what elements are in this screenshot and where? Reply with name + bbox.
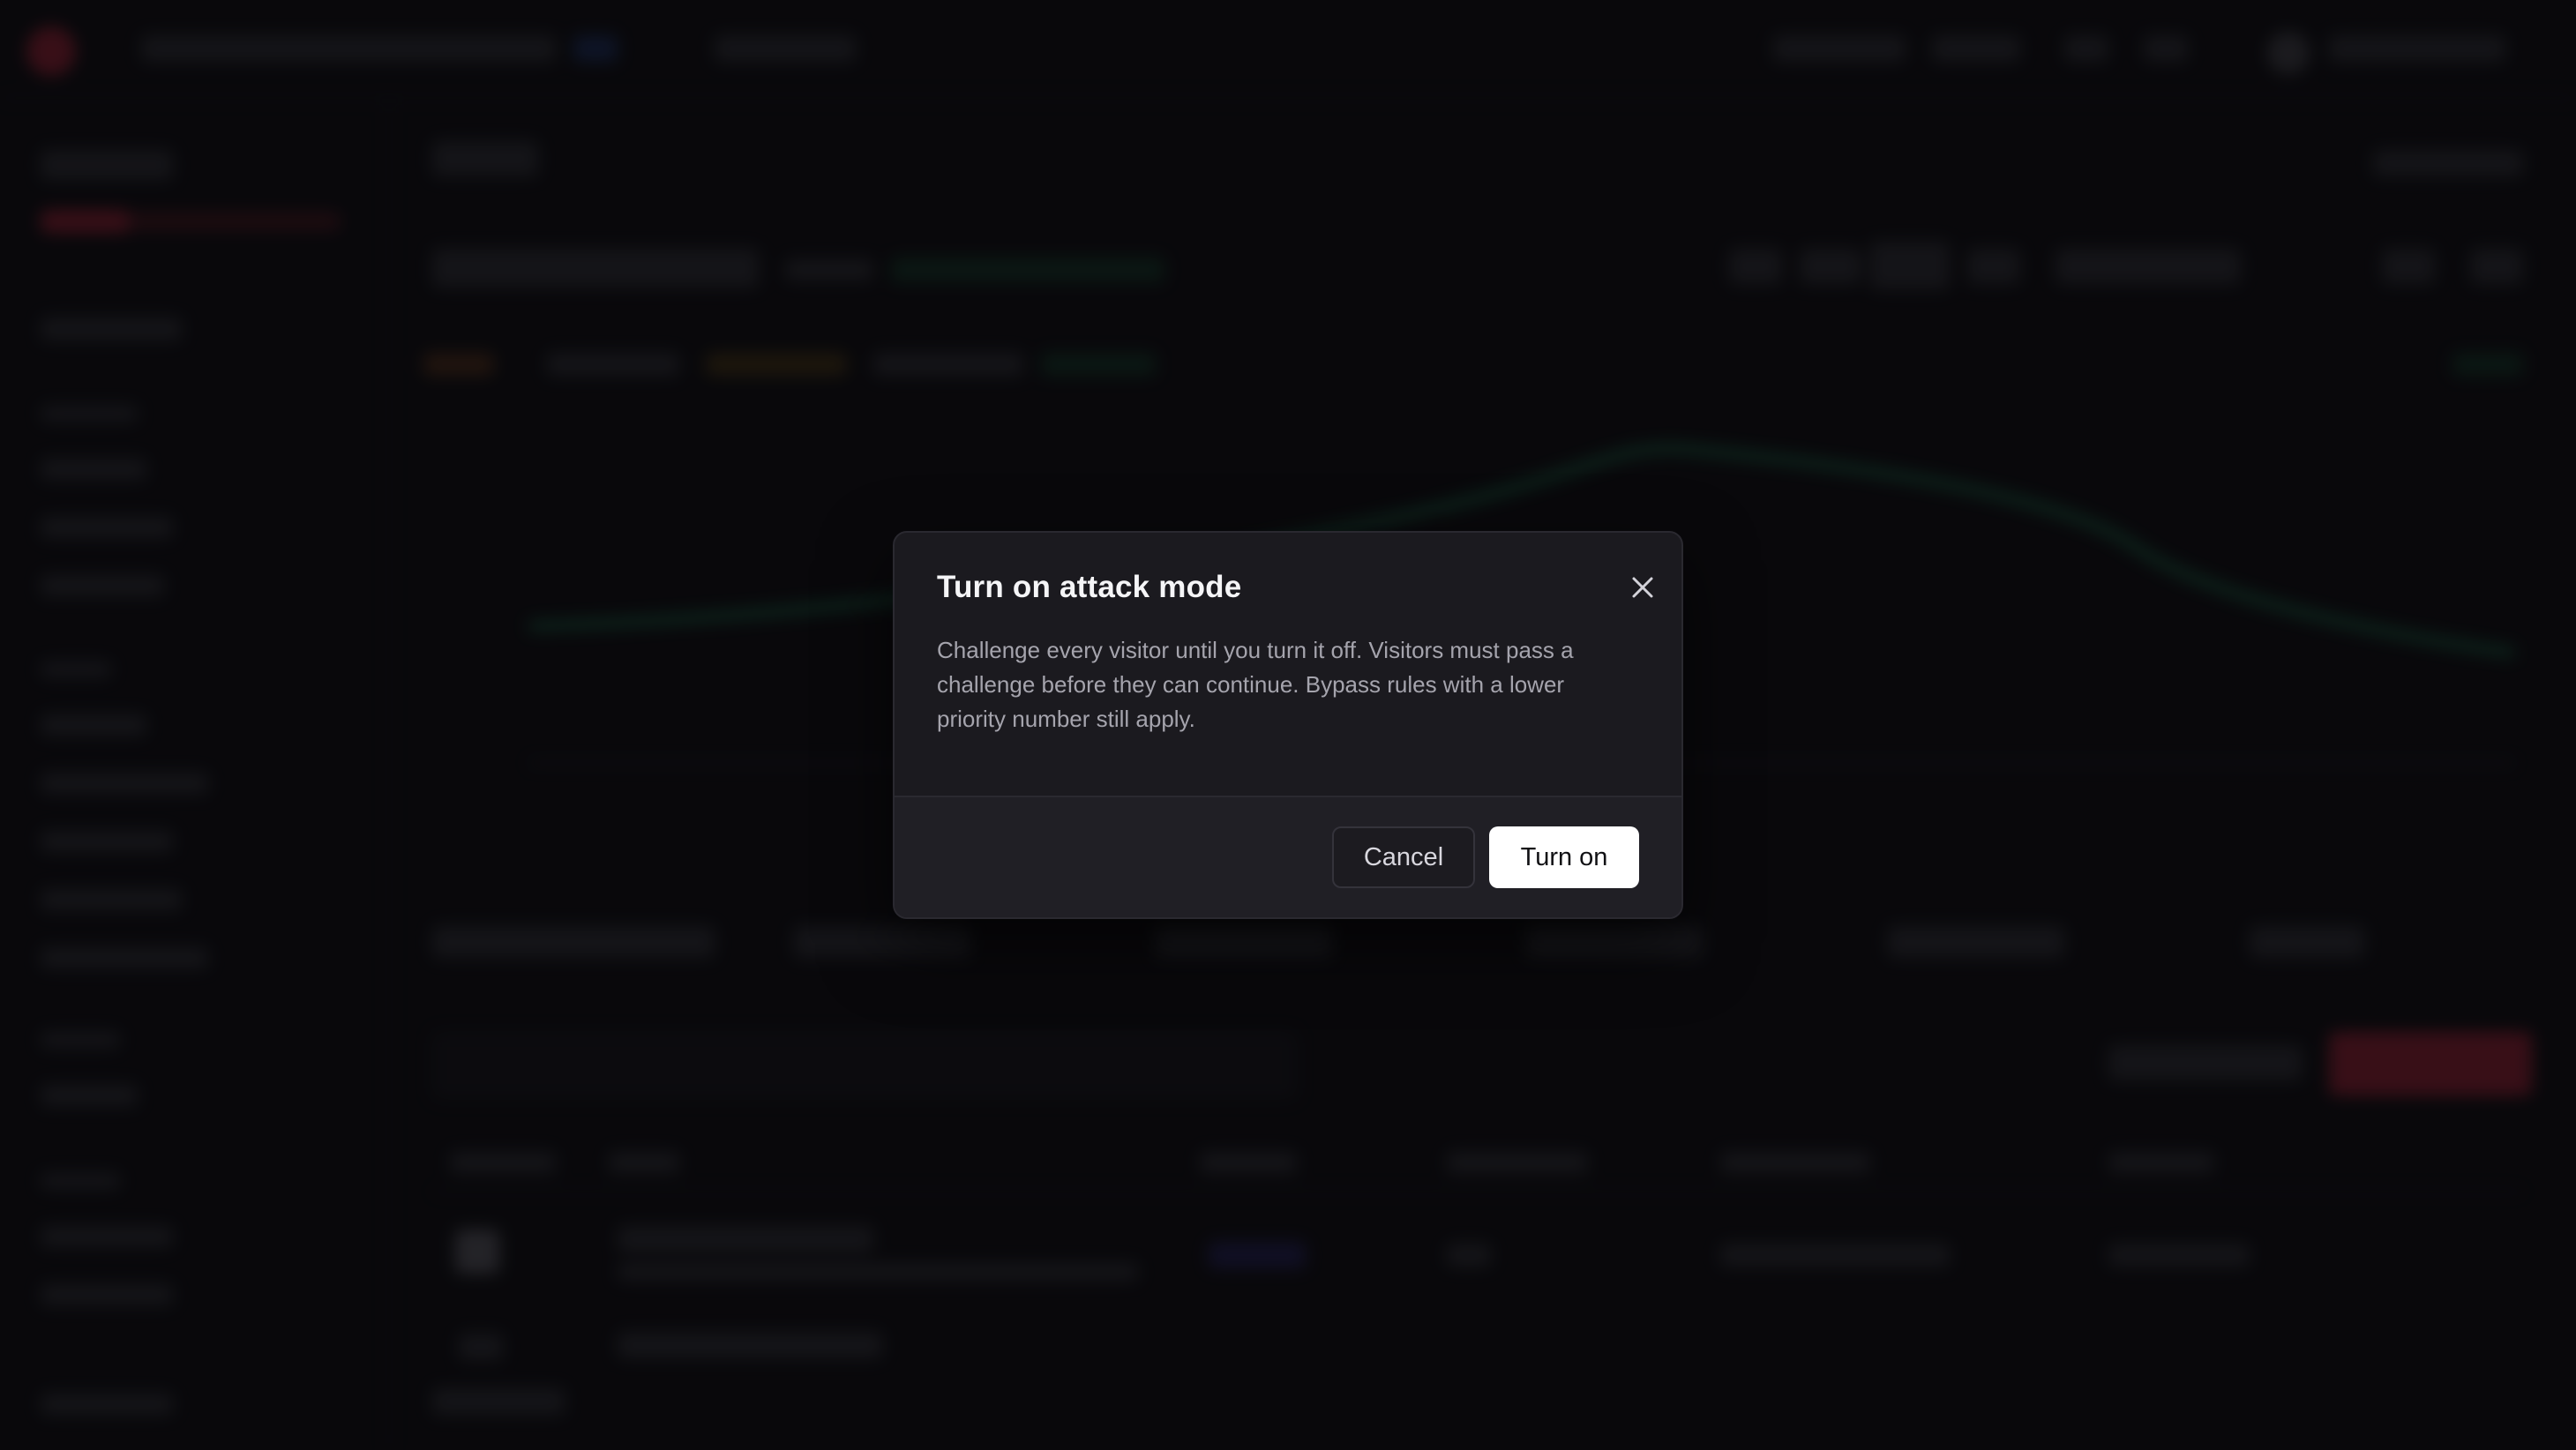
dialog-title: Turn on attack mode <box>937 570 1242 604</box>
dialog-description: Challenge every visitor until you turn i… <box>937 637 1574 732</box>
close-button[interactable] <box>1618 563 1667 612</box>
turn-on-button[interactable]: Turn on <box>1489 826 1639 888</box>
attack-mode-dialog: Turn on attack mode Challenge every visi… <box>893 531 1683 919</box>
cancel-button[interactable]: Cancel <box>1332 826 1475 888</box>
close-icon <box>1632 577 1653 598</box>
dialog-footer: Cancel Turn on <box>895 796 1681 917</box>
